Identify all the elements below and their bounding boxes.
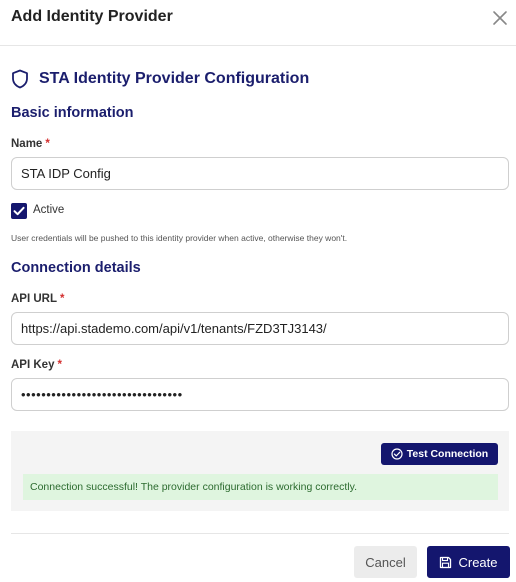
required-marker: * bbox=[45, 138, 50, 150]
checkmark-icon bbox=[13, 206, 25, 216]
close-icon[interactable] bbox=[490, 8, 510, 28]
api-url-label: API URL * bbox=[11, 293, 65, 305]
api-url-input[interactable]: https://api.stademo.com/api/v1/tenants/F… bbox=[11, 312, 509, 345]
shield-icon bbox=[12, 69, 28, 89]
config-heading: STA Identity Provider Configuration bbox=[11, 68, 309, 90]
api-key-label: API Key * bbox=[11, 359, 62, 371]
footer-divider bbox=[11, 533, 509, 534]
cancel-label: Cancel bbox=[365, 554, 406, 570]
dialog-title: Add Identity Provider bbox=[11, 8, 173, 25]
name-input[interactable]: STA IDP Config bbox=[11, 157, 509, 190]
test-connection-panel: Test Connection Connection successful! T… bbox=[11, 431, 509, 511]
required-marker: * bbox=[57, 359, 62, 371]
test-connection-label: Test Connection bbox=[406, 448, 489, 460]
connection-details-title: Connection details bbox=[11, 260, 141, 276]
config-heading-text: STA Identity Provider Configuration bbox=[39, 70, 310, 87]
success-alert: Connection successful! The provider conf… bbox=[23, 474, 498, 500]
check-circle-icon bbox=[391, 448, 403, 460]
create-label: Create bbox=[458, 554, 498, 570]
test-connection-button[interactable]: Test Connection bbox=[381, 443, 498, 465]
active-checkbox[interactable] bbox=[11, 203, 27, 219]
cancel-button[interactable]: Cancel bbox=[354, 546, 417, 578]
save-icon bbox=[440, 556, 452, 568]
basic-information-title: Basic information bbox=[11, 105, 134, 121]
add-identity-provider-dialog: Add Identity Provider STA Identity Provi… bbox=[0, 0, 516, 582]
required-marker: * bbox=[60, 293, 65, 305]
name-label: Name * bbox=[11, 138, 50, 150]
dialog-header: Add Identity Provider bbox=[0, 0, 516, 46]
create-button[interactable]: Create bbox=[427, 546, 510, 578]
active-hint: User credentials will be pushed to this … bbox=[11, 233, 348, 243]
api-key-input[interactable]: •••••••••••••••••••••••••••••••• bbox=[11, 378, 509, 411]
active-label[interactable]: Active bbox=[33, 204, 64, 216]
